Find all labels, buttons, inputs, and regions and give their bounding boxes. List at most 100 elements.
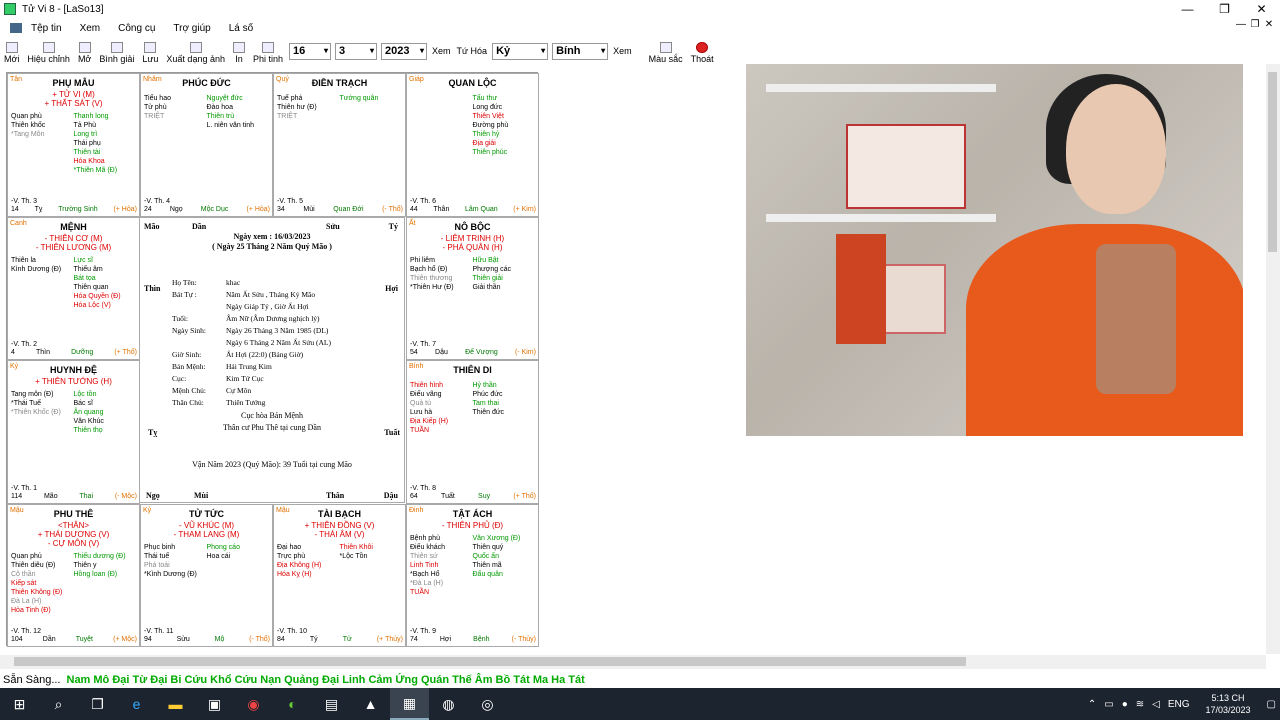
branch-label: Sửu <box>326 222 340 231</box>
open-button[interactable]: Mở <box>78 42 91 64</box>
palace-chi: Sửu <box>176 636 190 643</box>
green-app-icon[interactable]: ◐ <box>273 688 312 720</box>
microphone-icon[interactable]: ● <box>1122 699 1128 710</box>
star <box>11 417 74 426</box>
print-button[interactable]: In <box>232 42 245 64</box>
photos-icon[interactable]: ▲ <box>351 688 390 720</box>
palace-cell[interactable]: Canh MỆNH - THIÊN CƠ (M) - THIÊN LƯƠNG (M) T… <box>7 216 140 360</box>
star: Bạch hổ (Đ) <box>410 265 448 273</box>
palace-cell[interactable]: Giáp QUAN LỘC Tấu thư Long đức Thiên Việt Đườ… <box>406 73 539 217</box>
interpret-button[interactable]: Bình giải <box>99 42 134 64</box>
menu-chart[interactable]: Lá số <box>229 23 253 34</box>
language-indicator[interactable]: ENG <box>1168 699 1190 710</box>
view2-button[interactable]: Xem <box>613 46 632 56</box>
branch-label: Tý <box>388 222 398 231</box>
obs-icon[interactable]: ◎ <box>468 688 507 720</box>
close-button[interactable]: ✕ <box>1243 0 1280 18</box>
folder-icon[interactable]: ▬ <box>156 688 195 720</box>
main-stars: - THIÊN PHỦ (Đ) <box>407 521 538 530</box>
notification-icon[interactable]: ▢ <box>1267 699 1276 710</box>
year-select[interactable]: 2023 ▾ <box>381 42 428 60</box>
star: *Tang Môn <box>11 131 45 138</box>
palace-cell[interactable]: Nhâm PHÚC ĐỨC Tiểu hao Nguyệt đức Tử phù Đào … <box>140 73 273 217</box>
star: Bác sĩ <box>73 400 93 407</box>
star: Giải thần <box>472 283 501 291</box>
star <box>473 579 536 588</box>
tuhoa-select[interactable]: Kỷ ▾ <box>492 42 549 60</box>
scroll-thumb[interactable] <box>1268 72 1277 252</box>
palace-cell[interactable]: Quý ĐIỀN TRẠCH Tuế phá Tướng quân Thiên hư (… <box>273 73 406 217</box>
can-value: Bính <box>556 44 581 57</box>
task-view-icon[interactable]: ❐ <box>78 688 117 720</box>
tuvi-app-icon[interactable]: ▦ <box>390 688 429 720</box>
palace-cell[interactable]: Mậu TÀI BẠCH + THIÊN ĐỒNG (V) - THÁI ÂM (V)… <box>273 503 406 647</box>
phi-tinh-button[interactable]: Phi tinh <box>253 42 283 64</box>
palace-cell[interactable]: Bính THIÊN DI Thiên hình Hỷ thần Điếu vãng Ph… <box>406 360 539 504</box>
color-button[interactable]: Màu sắc <box>649 42 683 64</box>
chrome-icon[interactable]: ◉ <box>234 688 273 720</box>
tuhoa-value: Kỷ <box>496 44 511 57</box>
main-star: - THIÊN CƠ (M) <box>44 233 103 243</box>
export-image-button[interactable]: Xuất dạng ảnh <box>166 42 225 64</box>
app-icon <box>4 3 16 15</box>
star <box>410 112 473 121</box>
menu-view[interactable]: Xem <box>80 23 101 34</box>
scroll-thumb[interactable] <box>14 657 966 666</box>
windows-start-icon[interactable]: ⊞ <box>0 688 39 720</box>
view-button[interactable]: Xem <box>432 46 451 56</box>
clock[interactable]: 5:13 CH 17/03/2023 <box>1206 692 1251 716</box>
palace-cell[interactable]: Kỷ HUYNH ĐỆ + THIÊN TƯỚNG (H) Tang môn (Đ) L… <box>7 360 140 504</box>
palace-cell[interactable]: Tân PHỤ MẪU + TỬ VI (M) + THẤT SÁT (V) Quan … <box>7 73 140 217</box>
palace-v: -V. Th. 6 <box>410 197 437 205</box>
palace-cell[interactable]: Kỷ TỬ TỨC - VŨ KHÚC (M) - THAM LANG (M) Phục… <box>140 503 273 647</box>
save-button[interactable]: Lưu <box>142 42 158 64</box>
palace-v: -V. Th. 2 <box>11 341 38 348</box>
print-label: In <box>235 54 243 64</box>
palace-life-stage: Trường Sinh <box>58 205 98 213</box>
chevron-up-icon[interactable]: ⌃ <box>1088 699 1096 710</box>
palace-chi: Dần <box>42 636 56 643</box>
mdi-minimize-button[interactable]: — <box>1234 19 1248 30</box>
star: TRIỆT <box>277 113 298 120</box>
edit-button[interactable]: Hiệu chỉnh <box>27 42 70 64</box>
store-icon[interactable]: ▣ <box>195 688 234 720</box>
save-icon <box>144 42 157 53</box>
chart-center: Mão Dần Sửu Tý Thìn Hợi Tỵ Tuất Ngọ Mùi Thân Dậu Ngà… <box>139 217 405 503</box>
can-select[interactable]: Bính ▾ <box>552 42 609 60</box>
chevron-down-icon: ▾ <box>420 45 425 55</box>
mdi-close-button[interactable]: ✕ <box>1262 19 1276 30</box>
new-button[interactable]: Mới <box>4 42 19 64</box>
horizontal-scrollbar[interactable] <box>0 655 1266 669</box>
palace-cell[interactable]: Ất NÔ BỘC - LIÊM TRINH (H) - PHÁ QUÂN (H) Ph… <box>406 216 539 360</box>
vertical-scrollbar[interactable] <box>1266 64 1280 654</box>
mdi-restore-button[interactable]: ❐ <box>1248 19 1262 30</box>
palace-footer: -V. Th. 5 34 Mùi Quan Đới (- Thổ) <box>277 198 403 214</box>
month-select[interactable]: 3 ▾ <box>335 42 378 60</box>
menu-bar: Tệp tin Xem Công cụ Trợ giúp Lá số <box>0 19 1280 37</box>
minimize-button[interactable]: — <box>1169 0 1206 18</box>
edge-icon[interactable]: e <box>117 688 156 720</box>
palace-name: ĐIỀN TRẠCH <box>311 78 368 88</box>
volume-icon[interactable]: ◁ <box>1152 699 1160 710</box>
star: *Kình Dương (Đ) <box>144 570 197 578</box>
star: Thiên hỷ <box>472 131 500 138</box>
restore-button[interactable]: ❐ <box>1206 0 1243 18</box>
battery-icon[interactable]: ▭ <box>1104 699 1113 710</box>
day-select[interactable]: 16 ▾ <box>289 42 332 60</box>
palace-cell[interactable]: Mậu PHU THÊ <THÂN> + THÁI DƯƠNG (V) - CỰ MÔN… <box>7 503 140 647</box>
minor-stars: Quan phù Thanh long Thiên khốc Tả Phù *Tang … <box>11 112 136 175</box>
exit-button[interactable]: Thoát <box>691 42 714 64</box>
messenger-icon[interactable]: ◍ <box>429 688 468 720</box>
star: Thiên y <box>73 561 97 569</box>
star: Địa Không (H) <box>277 561 322 569</box>
annual-luck: Vận Năm 2023 (Quý Mão): 39 Tuổi tại cung… <box>192 460 352 469</box>
palace-number: 104 <box>11 636 23 643</box>
menu-tools[interactable]: Công cụ <box>118 23 155 34</box>
search-icon[interactable]: ⌕ <box>39 688 78 720</box>
menu-file[interactable]: Tệp tin <box>31 23 62 34</box>
wifi-icon[interactable]: ≋ <box>1136 699 1144 710</box>
star <box>340 103 403 112</box>
palace-cell[interactable]: Đinh TẬT ÁCH - THIÊN PHỦ (Đ) Bệnh phù Văn Xư… <box>406 503 539 647</box>
app-icon[interactable]: ▤ <box>312 688 351 720</box>
menu-help[interactable]: Trợ giúp <box>173 23 210 34</box>
